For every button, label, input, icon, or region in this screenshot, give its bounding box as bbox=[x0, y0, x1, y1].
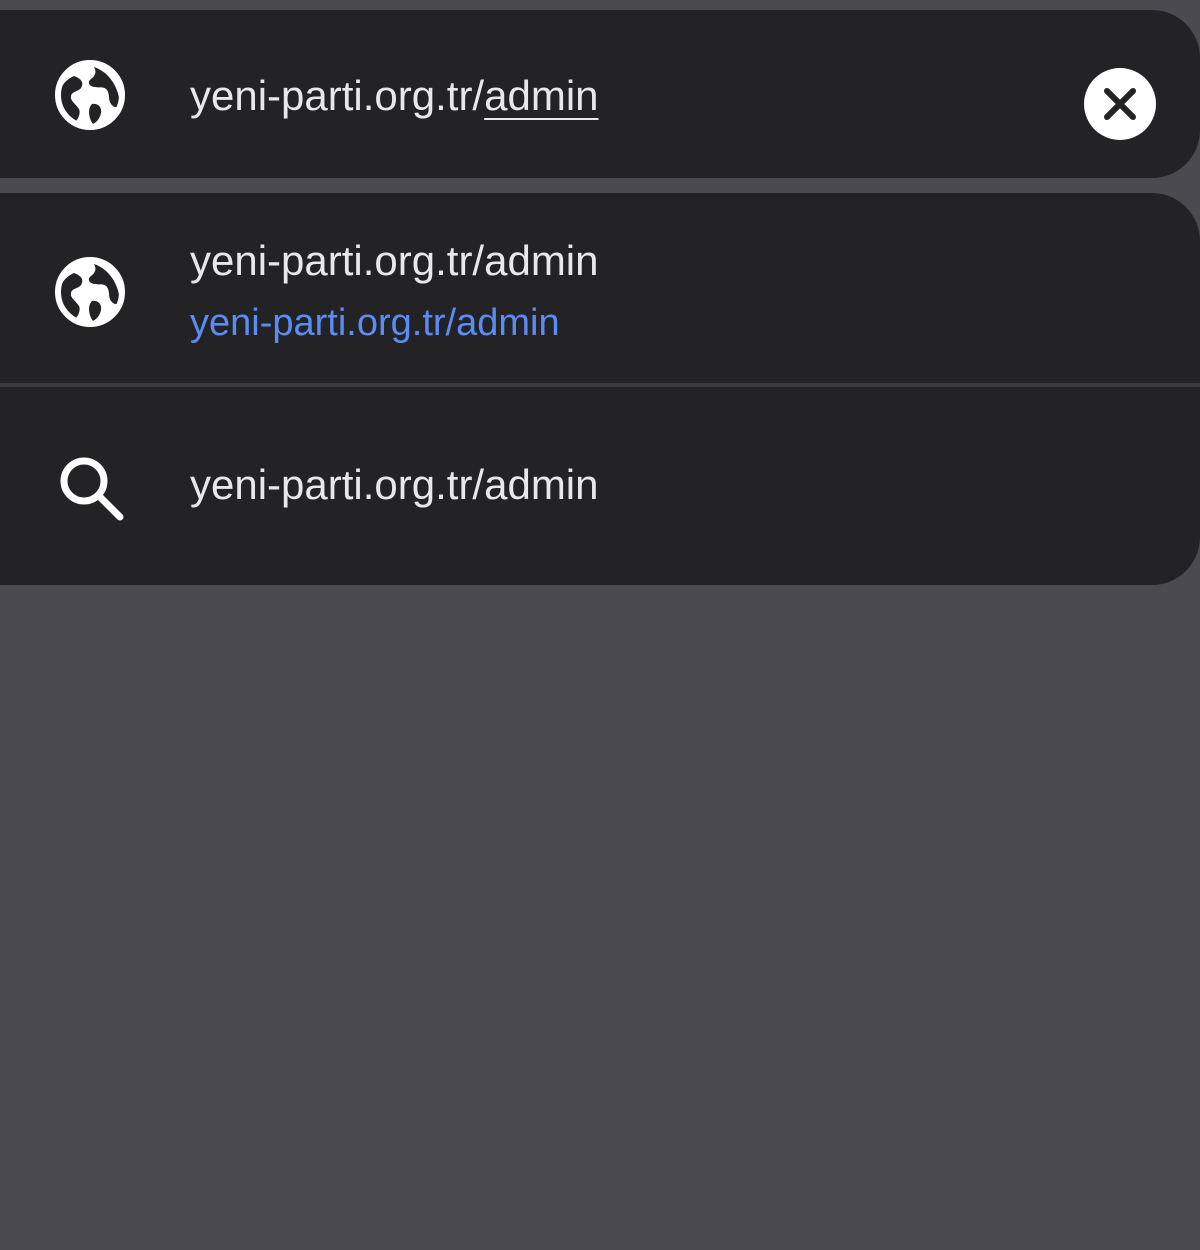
suggestion-search-item[interactable]: yeni-parti.org.tr/admin bbox=[0, 387, 1200, 585]
suggestion-list: yeni-parti.org.tr/admin yeni-parti.org.t… bbox=[0, 193, 1200, 585]
search-icon bbox=[56, 453, 126, 523]
suggestion-search-text: yeni-parti.org.tr/admin bbox=[190, 461, 599, 508]
close-icon bbox=[1104, 88, 1136, 120]
omnibox-typed-text: yeni-parti.org.tr/ bbox=[190, 72, 485, 119]
omnibox[interactable]: yeni-parti.org.tr/admin bbox=[0, 10, 1200, 178]
suggestion-url: yeni-parti.org.tr/admin bbox=[190, 302, 560, 344]
clear-input-button[interactable] bbox=[1084, 68, 1156, 140]
suggestion-title: yeni-parti.org.tr/admin bbox=[190, 237, 599, 284]
omnibox-input[interactable]: yeni-parti.org.tr/admin bbox=[190, 66, 599, 126]
globe-icon bbox=[54, 256, 126, 328]
globe-icon bbox=[54, 59, 126, 131]
top-strip bbox=[0, 0, 1200, 10]
suggestion-url-item[interactable]: yeni-parti.org.tr/admin yeni-parti.org.t… bbox=[0, 193, 1200, 383]
omnibox-autocomplete-text: admin bbox=[484, 72, 599, 119]
